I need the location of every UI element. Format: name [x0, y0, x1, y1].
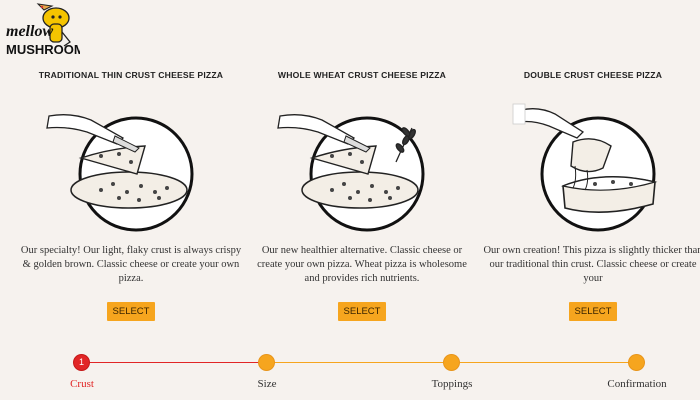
- select-double-crust-button[interactable]: SELECT: [568, 302, 618, 321]
- double-crust-pizza-illustration: [512, 103, 658, 232]
- pizza-description: Our own creation! This pizza is slightly…: [483, 245, 700, 284]
- progress-line: [274, 362, 452, 363]
- select-whole-wheat-button[interactable]: SELECT: [337, 302, 387, 321]
- step-label-confirmation[interactable]: Confirmation: [587, 378, 687, 390]
- logo-text-mellow: mellow: [6, 23, 53, 40]
- thin-crust-pizza-illustration: [46, 114, 194, 232]
- step-dot-toppings[interactable]: [444, 355, 459, 370]
- pizza-description: Our specialty! Our light, flaky crust is…: [20, 245, 242, 284]
- step-label-toppings[interactable]: Toppings: [402, 378, 502, 390]
- select-thin-crust-button[interactable]: SELECT: [106, 302, 156, 321]
- pizza-title: TRADITIONAL THIN CRUST CHEESE PIZZA: [38, 70, 224, 80]
- step-dot-crust[interactable]: 1: [74, 355, 89, 370]
- pizza-title: DOUBLE CRUST CHEESE PIZZA: [523, 70, 663, 80]
- progress-line: [460, 362, 638, 363]
- progress-line-completed: [89, 362, 267, 363]
- pizza-description: Our new healthier alternative. Classic c…: [257, 245, 467, 284]
- pizza-card-whole-wheat: WHOLE WHEAT CRUST CHEESE PIZZA Our new h…: [247, 70, 477, 321]
- step-label-crust[interactable]: Crust: [32, 378, 132, 390]
- step-dot-confirmation[interactable]: [629, 355, 644, 370]
- step-label-size[interactable]: Size: [217, 378, 317, 390]
- pizza-title: WHOLE WHEAT CRUST CHEESE PIZZA: [277, 70, 447, 80]
- mellow-mushroom-logo[interactable]: mellow MUSHROOM: [4, 2, 85, 64]
- order-progress-stepper: 1 Crust Size Toppings Confirmation: [0, 350, 700, 400]
- wheat-crust-pizza-illustration: [277, 114, 425, 232]
- logo-text-mushroom: MUSHROOM: [6, 42, 80, 57]
- step-dot-size[interactable]: [259, 355, 274, 370]
- pizza-card-thin-crust: TRADITIONAL THIN CRUST CHEESE PIZZA Our …: [16, 70, 246, 321]
- pizza-card-double-crust: DOUBLE CRUST CHEESE PIZZA Our own creati…: [478, 70, 700, 321]
